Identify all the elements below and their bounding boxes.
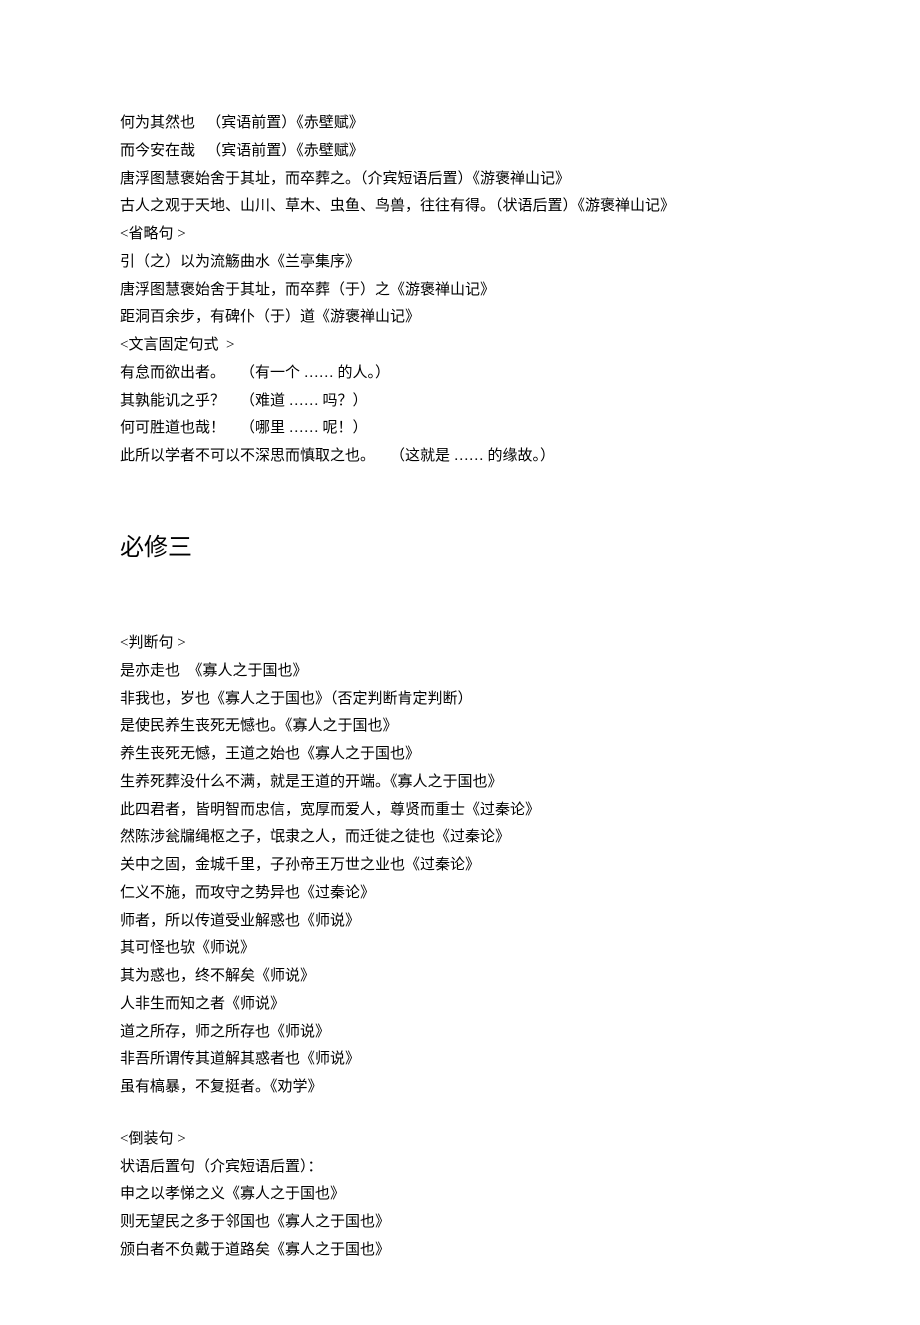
- text-line: 何可胜道也哉！ （哪里 …… 呢！）: [120, 415, 800, 443]
- block-inversion: <倒装句 >状语后置句（介宾短语后置）：申之以孝悌之义《寡人之于国也》则无望民之…: [120, 1126, 800, 1265]
- text-line: <文言固定句式 >: [120, 332, 800, 360]
- text-line: 唐浮图慧褒始舍于其址，而卒葬（于）之《游褒禅山记》: [120, 277, 800, 305]
- block-judgment: <判断句 >是亦走也 《寡人之于国也》非我也，岁也《寡人之于国也》（否定判断肯定…: [120, 630, 800, 1102]
- text-line: 则无望民之多于邻国也《寡人之于国也》: [120, 1209, 800, 1237]
- text-line: 古人之观于天地、山川、草木、虫鱼、鸟兽，往往有得。（状语后置）《游褒禅山记》: [120, 193, 800, 221]
- text-line: 唐浮图慧褒始舍于其址，而卒葬之。（介宾短语后置）《游褒禅山记》: [120, 166, 800, 194]
- text-line: 非吾所谓传其道解其惑者也《师说》: [120, 1046, 800, 1074]
- text-line: 申之以孝悌之义《寡人之于国也》: [120, 1181, 800, 1209]
- text-line: 何为其然也 （宾语前置）《赤壁赋》: [120, 110, 800, 138]
- text-line: <倒装句 >: [120, 1126, 800, 1154]
- text-line: 虽有槁暴，不复挺者。《劝学》: [120, 1074, 800, 1102]
- text-line: 其可怪也欤《师说》: [120, 935, 800, 963]
- section-heading: 必修三: [120, 526, 800, 570]
- text-line: 有怠而欲出者。 （有一个 …… 的人。）: [120, 360, 800, 388]
- text-line: 生养死葬没什么不满，就是王道的开端。《寡人之于国也》: [120, 769, 800, 797]
- document-page: 何为其然也 （宾语前置）《赤壁赋》而今安在哉 （宾语前置）《赤壁赋》唐浮图慧褒始…: [0, 0, 920, 1325]
- spacer: [120, 1102, 800, 1126]
- text-line: 此所以学者不可以不深思而慎取之也。 （这就是 …… 的缘故。）: [120, 443, 800, 471]
- text-line: 颁白者不负戴于道路矣《寡人之于国也》: [120, 1237, 800, 1265]
- text-line: 关中之固，金城千里，子孙帝王万世之业也《过秦论》: [120, 852, 800, 880]
- text-line: 是使民养生丧死无憾也。《寡人之于国也》: [120, 713, 800, 741]
- text-line: 其孰能讥之乎？ （难道 …… 吗？）: [120, 388, 800, 416]
- block-top: 何为其然也 （宾语前置）《赤壁赋》而今安在哉 （宾语前置）《赤壁赋》唐浮图慧褒始…: [120, 110, 800, 471]
- text-line: 距洞百余步，有碑仆（于）道《游褒禅山记》: [120, 304, 800, 332]
- text-line: 非我也，岁也《寡人之于国也》（否定判断肯定判断）: [120, 686, 800, 714]
- text-line: 而今安在哉 （宾语前置）《赤壁赋》: [120, 138, 800, 166]
- text-line: 是亦走也 《寡人之于国也》: [120, 658, 800, 686]
- text-line: 师者，所以传道受业解惑也《师说》: [120, 908, 800, 936]
- text-line: 养生丧死无憾，王道之始也《寡人之于国也》: [120, 741, 800, 769]
- text-line: <判断句 >: [120, 630, 800, 658]
- text-line: 其为惑也，终不解矣《师说》: [120, 963, 800, 991]
- text-line: 道之所存，师之所存也《师说》: [120, 1019, 800, 1047]
- text-line: 人非生而知之者《师说》: [120, 991, 800, 1019]
- text-line: 引（之）以为流觞曲水《兰亭集序》: [120, 249, 800, 277]
- text-line: 然陈涉瓮牖绳枢之子，氓隶之人，而迁徙之徒也《过秦论》: [120, 824, 800, 852]
- text-line: 此四君者，皆明智而忠信，宽厚而爱人，尊贤而重士《过秦论》: [120, 797, 800, 825]
- text-line: 仁义不施，而攻守之势异也《过秦论》: [120, 880, 800, 908]
- text-line: 状语后置句（介宾短语后置）：: [120, 1154, 800, 1182]
- text-line: <省略句 >: [120, 221, 800, 249]
